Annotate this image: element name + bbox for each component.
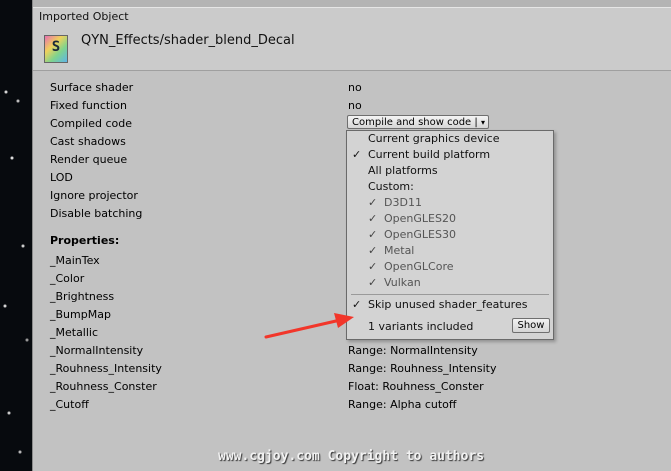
annotation-arrow	[264, 313, 354, 339]
annotation-arrow-head	[334, 313, 354, 328]
annotation-arrow-shaft	[264, 319, 338, 339]
watermark-text: www.cgjoy.com Copyright to authors	[218, 449, 485, 464]
